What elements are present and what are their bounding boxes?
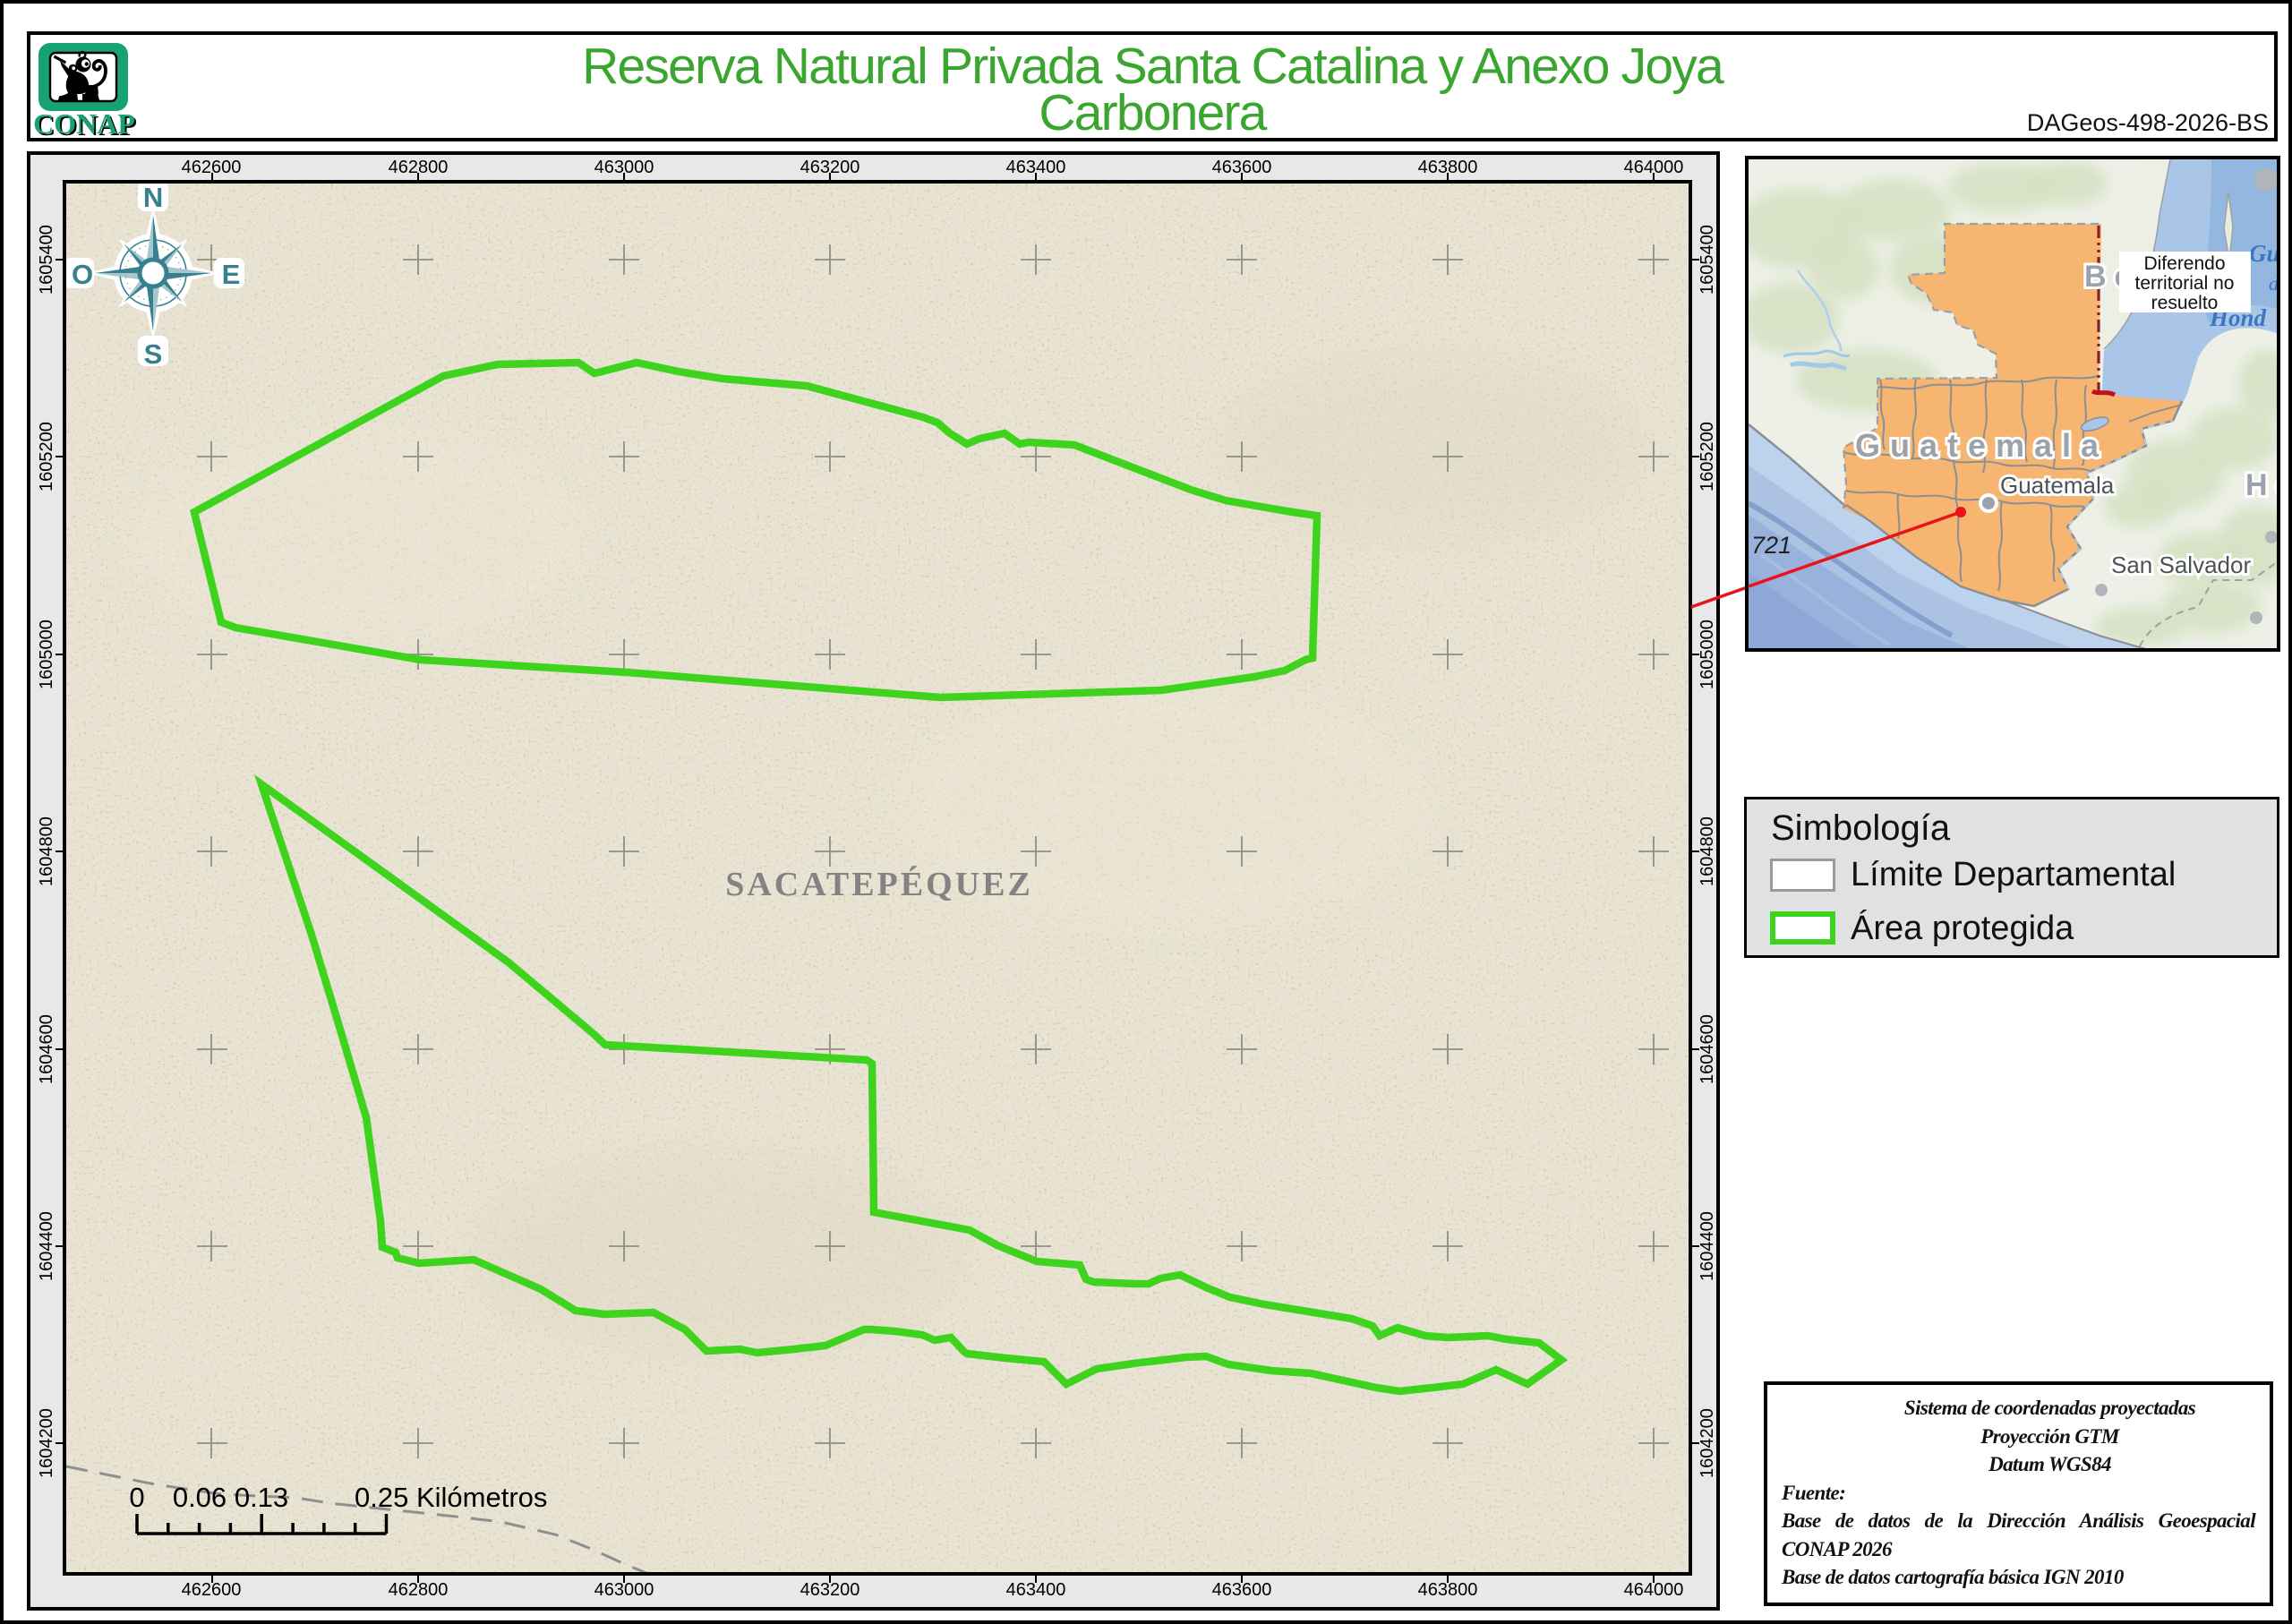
svg-text:Guatemala: Guatemala bbox=[2000, 472, 2115, 499]
svg-text:San Salvador: San Salvador bbox=[2111, 551, 2251, 578]
svg-text:N: N bbox=[143, 184, 163, 213]
svg-text:0: 0 bbox=[129, 1482, 144, 1513]
svg-text:d: d bbox=[2269, 272, 2279, 295]
svg-text:O: O bbox=[72, 259, 93, 290]
svg-text:resuelto: resuelto bbox=[2151, 293, 2219, 313]
svg-text:Ho: Ho bbox=[2245, 468, 2280, 502]
svg-text:0.13: 0.13 bbox=[235, 1482, 288, 1513]
svg-text:0.25 Kilómetros: 0.25 Kilómetros bbox=[355, 1482, 547, 1513]
svg-text:S: S bbox=[144, 338, 163, 370]
svg-text:0.06: 0.06 bbox=[173, 1482, 227, 1513]
svg-text:721: 721 bbox=[1751, 532, 1792, 559]
svg-text:Diferendo: Diferendo bbox=[2143, 253, 2225, 274]
svg-text:SACATEPÉQUEZ: SACATEPÉQUEZ bbox=[725, 866, 1033, 903]
svg-text:territorial no: territorial no bbox=[2135, 273, 2235, 294]
svg-text:Guatemala: Guatemala bbox=[1855, 427, 2108, 464]
svg-text:E: E bbox=[222, 259, 241, 290]
svg-text:Gu: Gu bbox=[2249, 240, 2280, 267]
